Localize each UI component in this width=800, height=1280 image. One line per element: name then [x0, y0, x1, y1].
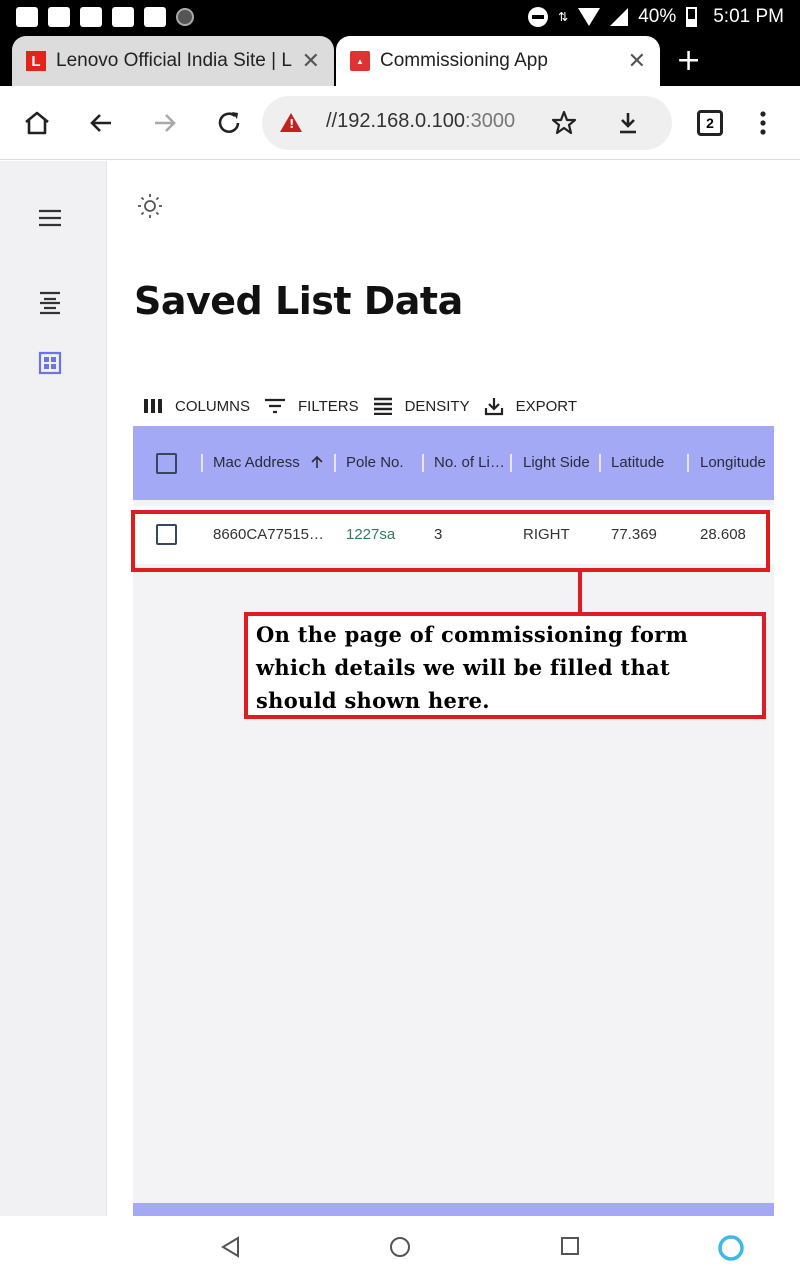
grid-header: Mac Address Pole No. No. of Li… Light Si…: [133, 426, 774, 500]
wifi-icon: [578, 8, 601, 26]
annotation-connector: [578, 572, 582, 612]
teams-icon: [16, 7, 38, 27]
header-mac-address[interactable]: Mac Address: [213, 454, 323, 471]
sidebar: [0, 161, 107, 1216]
outlook-icon: [48, 7, 70, 27]
grid-view-icon[interactable]: [38, 351, 62, 379]
annotation-highlight: [131, 510, 770, 572]
battery-icon: [686, 7, 698, 27]
back-icon[interactable]: [86, 108, 116, 138]
not-secure-icon[interactable]: [280, 113, 302, 132]
header-no-of-lights[interactable]: No. of Li…: [434, 454, 506, 471]
url-text[interactable]: //192.168.0.100:3000: [326, 110, 515, 133]
nav-home-icon[interactable]: [389, 1236, 411, 1262]
status-bar: ⇅ 40% 5:01 PM: [0, 0, 800, 34]
cloud-icon: [80, 7, 102, 27]
nav-recents-icon[interactable]: [560, 1236, 580, 1260]
header-longitude[interactable]: Longitude: [700, 454, 774, 471]
reload-icon[interactable]: [214, 108, 244, 138]
filters-button[interactable]: FILTERS: [264, 398, 359, 415]
tab-title: Lenovo Official India Site | Laptops: [56, 50, 292, 71]
header-latitude[interactable]: Latitude: [611, 454, 681, 471]
filter-icon: [265, 398, 286, 414]
address-bar[interactable]: //192.168.0.100:3000: [262, 96, 672, 150]
tab-title: Commissioning App: [380, 50, 548, 71]
columns-icon: [144, 399, 162, 413]
app-favicon-icon: ▲: [350, 51, 370, 71]
menu-icon[interactable]: [38, 209, 62, 231]
battery-percent: 40%: [638, 6, 677, 27]
grid-footer: [133, 1203, 774, 1216]
annotation-note: On the page of commissioning form which …: [244, 612, 766, 719]
nav-back-icon[interactable]: [220, 1236, 240, 1262]
list-form-icon[interactable]: [38, 291, 62, 319]
density-icon: [373, 397, 392, 415]
theme-toggle-icon[interactable]: [137, 193, 163, 223]
tab-strip: L Lenovo Official India Site | Laptops ✕…: [0, 34, 800, 86]
circle-icon: [176, 8, 194, 26]
close-icon[interactable]: ✕: [302, 48, 320, 74]
star-icon[interactable]: [550, 109, 578, 141]
sort-ascending-icon: [311, 455, 323, 468]
grid-toolbar: COLUMNS FILTERS DENSITY EXPORT: [143, 395, 591, 417]
forward-icon[interactable]: [150, 108, 180, 138]
header-pole-no[interactable]: Pole No.: [346, 454, 416, 471]
data-arrows-icon: ⇅: [558, 10, 569, 24]
new-tab-icon[interactable]: +: [676, 46, 701, 76]
system-nav-bar: [0, 1216, 800, 1280]
browser-toolbar: //192.168.0.100:3000: [0, 86, 800, 160]
cellular-icon: [610, 8, 629, 26]
tab-lenovo[interactable]: L Lenovo Official India Site | Laptops ✕: [12, 36, 334, 86]
image-icon: [112, 7, 134, 27]
export-icon: [484, 398, 503, 416]
tab-commissioning[interactable]: ▲ Commissioning App ✕: [336, 36, 660, 86]
more-options-icon[interactable]: [748, 108, 778, 138]
density-button[interactable]: DENSITY: [373, 397, 470, 415]
do-not-disturb-icon: [528, 7, 549, 27]
clock: 5:01 PM: [713, 6, 784, 27]
lenovo-favicon-icon: L: [26, 51, 46, 71]
tab-switcher-button[interactable]: 2: [697, 110, 723, 136]
assistant-icon[interactable]: [716, 1233, 746, 1267]
select-all-checkbox[interactable]: [156, 453, 177, 474]
close-icon[interactable]: ✕: [628, 48, 646, 74]
home-icon[interactable]: [22, 108, 52, 138]
puzzle-icon: [144, 7, 166, 27]
export-button[interactable]: EXPORT: [484, 396, 577, 416]
page-title: Saved List Data: [134, 279, 463, 323]
download-icon[interactable]: [614, 109, 642, 141]
header-light-side[interactable]: Light Side: [523, 454, 603, 471]
columns-button[interactable]: COLUMNS: [143, 398, 250, 415]
